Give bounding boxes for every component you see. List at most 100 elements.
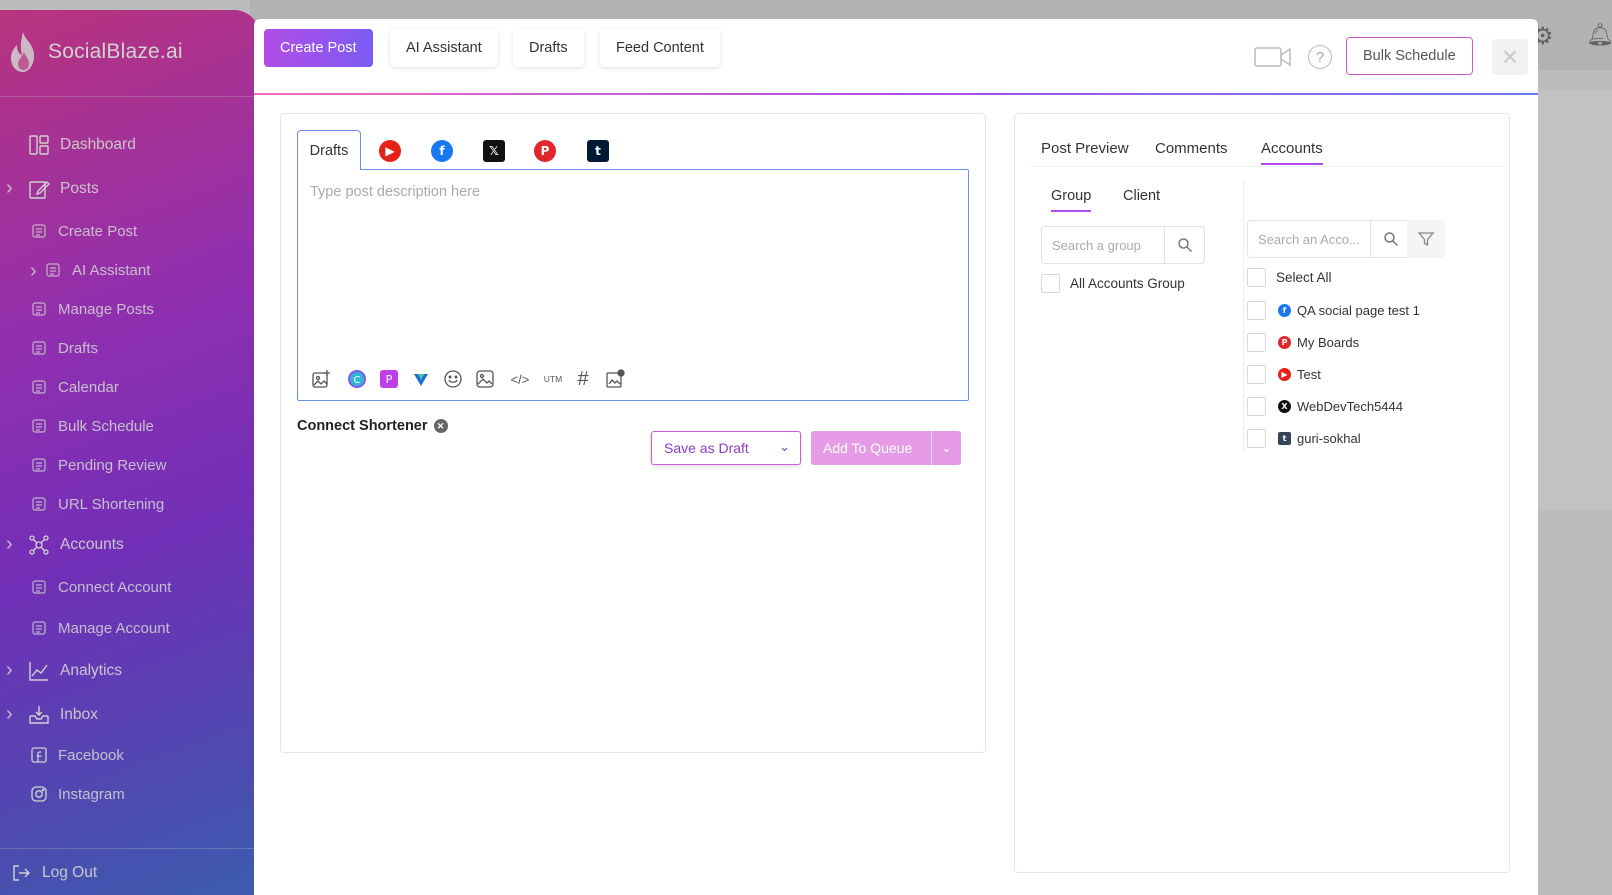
chevron-right-icon[interactable]: › bbox=[6, 178, 13, 198]
tab-client[interactable]: Client bbox=[1123, 188, 1160, 204]
sidebar-item-bulk-schedule[interactable]: Bulk Schedule bbox=[30, 417, 154, 435]
vista-icon[interactable] bbox=[410, 368, 432, 390]
select-all-label: Select All bbox=[1276, 270, 1332, 285]
ai-icon bbox=[44, 261, 62, 279]
sidebar-item-manage-posts[interactable]: Manage Posts bbox=[30, 300, 154, 318]
sidebar-item-facebook[interactable]: Facebook bbox=[30, 746, 124, 764]
account-search: Search an Acco... bbox=[1247, 220, 1411, 258]
tab-editor-drafts[interactable]: Drafts bbox=[297, 130, 361, 170]
tab-group[interactable]: Group bbox=[1051, 188, 1092, 212]
chevron-right-icon[interactable]: › bbox=[6, 660, 13, 680]
sidebar-item-create-post[interactable]: Create Post bbox=[30, 222, 137, 240]
tab-post-preview[interactable]: Post Preview bbox=[1041, 140, 1129, 157]
chevron-right-icon[interactable]: › bbox=[6, 534, 13, 554]
chevron-right-icon[interactable]: › bbox=[30, 261, 37, 281]
sidebar-item-label: Manage Posts bbox=[58, 300, 154, 318]
canva-icon[interactable]: C bbox=[346, 368, 368, 390]
gallery-icon[interactable] bbox=[474, 368, 496, 390]
column-divider bbox=[1243, 180, 1244, 452]
facebook-icon: f bbox=[1278, 304, 1291, 317]
calendar-icon bbox=[30, 378, 48, 396]
account-item[interactable]: X WebDevTech5444 bbox=[1247, 397, 1403, 416]
utm-icon[interactable]: UTM bbox=[540, 368, 566, 390]
search-icon[interactable] bbox=[1370, 221, 1410, 257]
sidebar-item-connect-account[interactable]: Connect Account bbox=[30, 578, 171, 596]
add-to-queue-button[interactable]: Add To Queue ⌄ bbox=[811, 431, 961, 465]
sidebar-item-posts[interactable]: Posts bbox=[28, 178, 99, 200]
youtube-icon: ▶ bbox=[1278, 368, 1291, 381]
close-icon[interactable]: ✕ bbox=[433, 419, 448, 433]
sidebar-item-manage-account[interactable]: Manage Account bbox=[30, 619, 170, 637]
chevron-down-icon[interactable]: ⌄ bbox=[931, 431, 961, 465]
sidebar-item-url-shortening[interactable]: URL Shortening bbox=[30, 495, 164, 513]
sidebar-item-pending-review[interactable]: Pending Review bbox=[30, 456, 166, 474]
chevron-right-icon[interactable]: › bbox=[6, 704, 13, 724]
post-description-input[interactable]: Type post description here C P </> UTM # bbox=[297, 169, 969, 401]
checkbox[interactable] bbox=[1247, 365, 1266, 384]
sidebar-item-label: Dashboard bbox=[60, 136, 136, 153]
account-item[interactable]: P My Boards bbox=[1247, 333, 1359, 352]
checkbox[interactable] bbox=[1247, 333, 1266, 352]
close-icon[interactable]: × bbox=[1492, 39, 1528, 75]
checkbox[interactable] bbox=[1247, 429, 1266, 448]
checkbox[interactable] bbox=[1041, 274, 1060, 293]
search-icon[interactable] bbox=[1164, 227, 1204, 263]
tab-drafts[interactable]: Drafts bbox=[513, 29, 584, 67]
bulk-schedule-button[interactable]: Bulk Schedule bbox=[1346, 37, 1473, 75]
media-library-icon[interactable] bbox=[604, 368, 626, 390]
checkbox[interactable] bbox=[1247, 397, 1266, 416]
help-icon[interactable]: ? bbox=[1308, 45, 1332, 69]
x-icon[interactable]: 𝕏 bbox=[483, 140, 505, 162]
pinterest-icon[interactable]: P bbox=[534, 140, 556, 162]
select-all[interactable]: Select All bbox=[1247, 268, 1332, 287]
sidebar-item-dashboard[interactable]: Dashboard bbox=[28, 134, 136, 156]
sidebar-item-label: Calendar bbox=[58, 378, 119, 396]
save-as-draft-button[interactable]: Save as Draft ⌄ bbox=[651, 431, 801, 465]
tab-accounts[interactable]: Accounts bbox=[1261, 140, 1323, 165]
sidebar-item-label: Accounts bbox=[60, 536, 124, 553]
group-search: Search a group bbox=[1041, 226, 1205, 264]
sidebar-item-instagram[interactable]: Instagram bbox=[30, 785, 125, 803]
tab-ai-assistant[interactable]: AI Assistant bbox=[390, 29, 498, 67]
sidebar-item-ai-assistant[interactable]: AI Assistant bbox=[44, 261, 150, 279]
group-all-accounts[interactable]: All Accounts Group bbox=[1041, 274, 1185, 293]
drafts-icon bbox=[30, 339, 48, 357]
sidebar-item-calendar[interactable]: Calendar bbox=[30, 378, 119, 396]
youtube-icon[interactable]: ▶ bbox=[379, 140, 401, 162]
add-image-icon[interactable] bbox=[310, 368, 332, 390]
logo[interactable]: SocialBlaze.ai bbox=[6, 30, 183, 74]
group-search-input[interactable]: Search a group bbox=[1042, 227, 1164, 263]
emoji-icon[interactable] bbox=[442, 368, 464, 390]
tab-create-post[interactable]: Create Post bbox=[264, 29, 373, 67]
checkbox[interactable] bbox=[1247, 268, 1266, 287]
facebook-icon[interactable]: f bbox=[431, 140, 453, 162]
sidebar-item-drafts[interactable]: Drafts bbox=[30, 339, 98, 357]
manage-account-icon bbox=[30, 619, 48, 637]
logout-icon bbox=[10, 862, 32, 884]
account-item[interactable]: ▶ Test bbox=[1247, 365, 1321, 384]
tab-comments[interactable]: Comments bbox=[1155, 140, 1228, 157]
create-post-icon bbox=[30, 222, 48, 240]
chevron-down-icon[interactable]: ⌄ bbox=[779, 439, 790, 455]
video-camera-icon[interactable] bbox=[1254, 45, 1292, 69]
account-item[interactable]: f QA social page test 1 bbox=[1247, 301, 1420, 320]
picsart-icon[interactable]: P bbox=[378, 368, 400, 390]
tumblr-icon: t bbox=[1278, 432, 1291, 445]
group-label: All Accounts Group bbox=[1070, 276, 1185, 291]
sidebar-item-label: Facebook bbox=[58, 746, 124, 764]
logout-button[interactable]: Log Out bbox=[10, 862, 97, 884]
sidebar-item-inbox[interactable]: Inbox bbox=[28, 704, 98, 726]
filter-icon[interactable] bbox=[1407, 220, 1445, 258]
connect-shortener[interactable]: Connect Shortener ✕ bbox=[297, 418, 448, 434]
tab-feed-content[interactable]: Feed Content bbox=[600, 29, 720, 67]
account-search-input[interactable]: Search an Acco... bbox=[1248, 221, 1370, 257]
bell-icon[interactable]: 🔔︎ bbox=[1586, 22, 1612, 48]
editor-panel: Drafts ▶ f 𝕏 Pt Type post description here … bbox=[280, 113, 986, 753]
checkbox[interactable] bbox=[1247, 301, 1266, 320]
tumblr-icon[interactable]: t bbox=[587, 140, 609, 162]
code-icon[interactable]: </> bbox=[506, 368, 534, 390]
account-item[interactable]: t guri-sokhal bbox=[1247, 429, 1361, 448]
sidebar-item-accounts[interactable]: Accounts bbox=[28, 534, 124, 556]
sidebar-item-analytics[interactable]: Analytics bbox=[28, 660, 122, 682]
hashtag-icon[interactable]: # bbox=[572, 368, 594, 390]
